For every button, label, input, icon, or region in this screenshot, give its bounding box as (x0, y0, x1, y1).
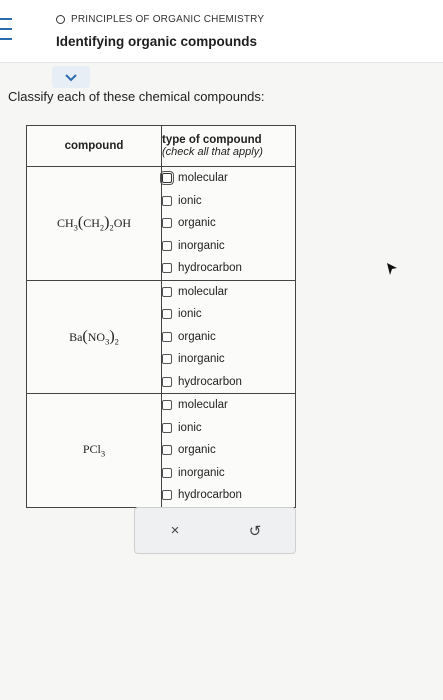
header-bar: PRINCIPLES OF ORGANIC CHEMISTRY Identify… (0, 0, 443, 63)
close-icon[interactable]: × (155, 522, 195, 539)
option-label: molecular (178, 172, 228, 185)
option-inorganic[interactable]: inorganic (162, 462, 295, 485)
option-label: inorganic (178, 353, 225, 366)
answer-controls: × ↺ (134, 507, 296, 554)
collapse-button[interactable] (52, 66, 90, 88)
option-label: inorganic (178, 466, 225, 479)
checkbox[interactable] (162, 331, 172, 342)
checkbox[interactable] (162, 490, 172, 501)
table-row: Ba(NO3)2 molecular ionic organic inorgan… (26, 279, 296, 394)
circle-icon (56, 15, 65, 24)
classification-table: compound type of compound (check all tha… (26, 125, 296, 508)
menu-icon[interactable] (0, 18, 14, 40)
checkbox[interactable] (162, 400, 172, 411)
option-inorganic[interactable]: inorganic (162, 348, 295, 371)
question-prompt: Classify each of these chemical compound… (8, 89, 265, 104)
checkbox[interactable] (162, 286, 172, 297)
option-label: molecular (178, 399, 228, 412)
option-organic[interactable]: organic (162, 439, 295, 462)
course-label: PRINCIPLES OF ORGANIC CHEMISTRY (56, 14, 264, 25)
option-label: hydrocarbon (178, 375, 242, 388)
option-label: ionic (178, 421, 202, 434)
table-row: PCl3 molecular ionic organic inorganic h… (26, 393, 296, 508)
course-name: PRINCIPLES OF ORGANIC CHEMISTRY (71, 14, 265, 25)
checkbox[interactable] (162, 445, 172, 456)
table-header-row: compound type of compound (check all tha… (26, 125, 296, 167)
checkbox[interactable] (162, 309, 172, 320)
option-molecular[interactable]: molecular (162, 281, 295, 304)
option-label: hydrocarbon (178, 489, 242, 502)
option-label: organic (178, 444, 216, 457)
checkbox[interactable] (162, 195, 172, 206)
option-molecular[interactable]: molecular (160, 167, 295, 190)
checkbox[interactable] (162, 240, 172, 251)
option-hydrocarbon[interactable]: hydrocarbon (162, 257, 295, 280)
option-label: organic (178, 217, 216, 230)
option-ionic[interactable]: ionic (162, 303, 295, 326)
options-cell-1: molecular ionic organic inorganic hydroc… (160, 166, 296, 281)
compound-formula-3: PCl3 (26, 393, 162, 508)
option-ionic[interactable]: ionic (162, 190, 295, 213)
checkbox[interactable] (162, 422, 172, 433)
option-label: molecular (178, 285, 228, 298)
option-label: inorganic (178, 239, 225, 252)
type-header: type of compound (check all that apply) (161, 125, 296, 167)
page-title: Identifying organic compounds (56, 34, 258, 49)
undo-icon[interactable]: ↺ (235, 522, 275, 540)
option-hydrocarbon[interactable]: hydrocarbon (162, 371, 295, 394)
cursor-icon (387, 263, 397, 275)
options-cell-3: molecular ionic organic inorganic hydroc… (161, 393, 296, 508)
options-cell-2: molecular ionic organic inorganic hydroc… (161, 279, 296, 394)
chevron-down-icon (65, 73, 77, 81)
option-label: organic (178, 330, 216, 343)
option-label: ionic (178, 194, 202, 207)
checkbox[interactable] (162, 376, 172, 387)
compound-header: compound (26, 125, 162, 167)
option-label: hydrocarbon (178, 262, 242, 275)
option-inorganic[interactable]: inorganic (162, 235, 295, 258)
table-row: CH3(CH2)2OH molecular ionic organic inor… (26, 166, 296, 281)
option-label: ionic (178, 308, 202, 321)
option-hydrocarbon[interactable]: hydrocarbon (162, 484, 295, 507)
type-header-title: type of compound (162, 134, 262, 146)
checkbox[interactable] (162, 354, 172, 365)
option-ionic[interactable]: ionic (162, 417, 295, 440)
option-organic[interactable]: organic (162, 212, 295, 235)
checkbox[interactable] (162, 218, 172, 229)
type-header-subtitle: (check all that apply) (162, 146, 263, 158)
compound-formula-1: CH3(CH2)2OH (26, 166, 162, 281)
checkbox[interactable] (162, 263, 172, 274)
option-organic[interactable]: organic (162, 326, 295, 349)
checkbox[interactable] (160, 171, 174, 186)
compound-formula-2: Ba(NO3)2 (26, 279, 162, 394)
option-molecular[interactable]: molecular (162, 394, 295, 417)
checkbox[interactable] (162, 467, 172, 478)
